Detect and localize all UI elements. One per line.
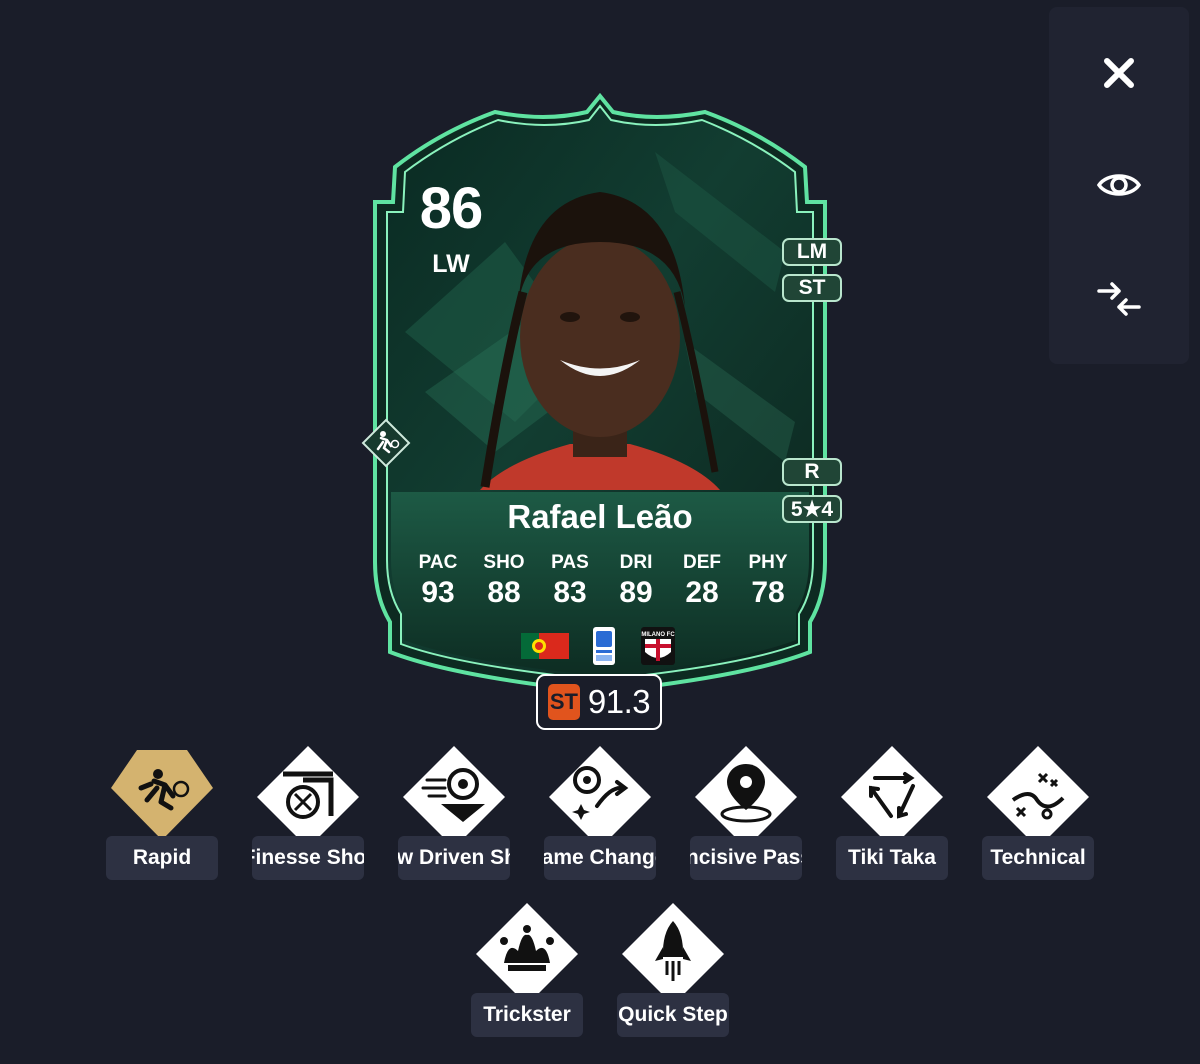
stat-sho: SHO 88 <box>471 552 537 610</box>
playstyle-plus-icon <box>361 418 411 468</box>
playstyle-label: Finesse Shot <box>252 836 364 880</box>
playstyle-label: Low Driven Shot <box>398 836 510 880</box>
finesse-shot-icon <box>257 746 359 848</box>
playstyle-technical[interactable]: Technical <box>982 744 1094 884</box>
playstyle-finesse-shot[interactable]: Finesse Shot <box>252 744 364 884</box>
player-name: Rafael Leão <box>507 498 693 535</box>
stat-def: DEF 28 <box>669 552 735 610</box>
stat-label: DEF <box>683 552 721 573</box>
stat-dri: DRI 89 <box>603 552 669 610</box>
skills-weakfoot: 5★4 <box>782 495 842 523</box>
stat-label: PAS <box>551 552 589 573</box>
eye-icon <box>1097 174 1141 196</box>
compress-arrows-icon <box>1097 282 1141 316</box>
stat-label: PAC <box>418 552 458 573</box>
role-rating-badge[interactable]: ST 91.3 <box>536 674 662 730</box>
playstyle-incisive-pass[interactable]: Incisive Pass <box>690 744 802 884</box>
role-tag: ST <box>547 684 580 720</box>
stat-pas: PAS 83 <box>537 552 603 610</box>
portugal-flag <box>521 633 569 659</box>
playstyle-rapid[interactable]: Rapid <box>106 744 218 884</box>
playstyle-label: Technical <box>982 836 1094 880</box>
preferred-foot: R <box>782 458 842 486</box>
toggle-view-button[interactable] <box>1095 161 1143 209</box>
stat-value: 83 <box>553 576 587 609</box>
game-changer-icon <box>549 746 651 848</box>
close-icon <box>1104 58 1134 88</box>
playstyle-trickster[interactable]: Trickster <box>471 901 583 1041</box>
technical-icon <box>987 746 1089 848</box>
stat-value: 93 <box>421 576 455 609</box>
stat-label: SHO <box>483 552 525 573</box>
player-card[interactable]: MILANO FC 86 LW LM ST R 5★4 Rafael Leão … <box>355 92 845 702</box>
stat-phy: PHY 78 <box>735 552 801 610</box>
incisive-pass-icon <box>695 746 797 848</box>
playstyle-quick-step[interactable]: Quick Step <box>617 901 729 1041</box>
serie-a-badge <box>593 627 615 665</box>
rapid-icon <box>111 750 213 840</box>
playstyle-label: Quick Step <box>617 993 729 1037</box>
compare-button[interactable] <box>1095 275 1143 323</box>
milano-fc-badge: MILANO FC <box>641 627 675 665</box>
playstyle-label: Tiki Taka <box>836 836 948 880</box>
trickster-icon <box>476 903 578 1005</box>
quick-step-icon <box>622 903 724 1005</box>
playstyle-label: Trickster <box>471 993 583 1037</box>
stat-value: 88 <box>487 576 521 609</box>
close-button[interactable] <box>1095 49 1143 97</box>
low-driven-shot-icon <box>403 746 505 848</box>
stat-pac: PAC 93 <box>405 552 471 610</box>
playstyle-label: Rapid <box>106 836 218 880</box>
stat-value: 89 <box>619 576 653 609</box>
alt-position-lm: LM <box>782 238 842 266</box>
tiki-taka-icon <box>841 746 943 848</box>
playstyle-game-changer[interactable]: Game Changer <box>544 744 656 884</box>
stats-row: PAC 93 SHO 88 PAS 83 DRI 89 DEF 28 PHY 7… <box>405 552 801 610</box>
stat-label: DRI <box>619 552 653 573</box>
playstyle-low-driven-shot[interactable]: Low Driven Shot <box>398 744 510 884</box>
primary-position: LW <box>432 250 470 278</box>
role-rating-value: 91.3 <box>587 683 651 720</box>
alt-position-st: ST <box>782 274 842 302</box>
playstyle-tiki-taka[interactable]: Tiki Taka <box>836 744 948 884</box>
playstyle-label: Game Changer <box>544 836 656 880</box>
playstyle-label: Incisive Pass <box>690 836 802 880</box>
card-controls-panel <box>1049 7 1189 364</box>
overall-rating: 86 <box>419 176 484 241</box>
stat-value: 28 <box>685 576 719 609</box>
stat-label: PHY <box>748 552 788 573</box>
svg-text:MILANO FC: MILANO FC <box>641 632 675 638</box>
stat-value: 78 <box>751 576 785 609</box>
